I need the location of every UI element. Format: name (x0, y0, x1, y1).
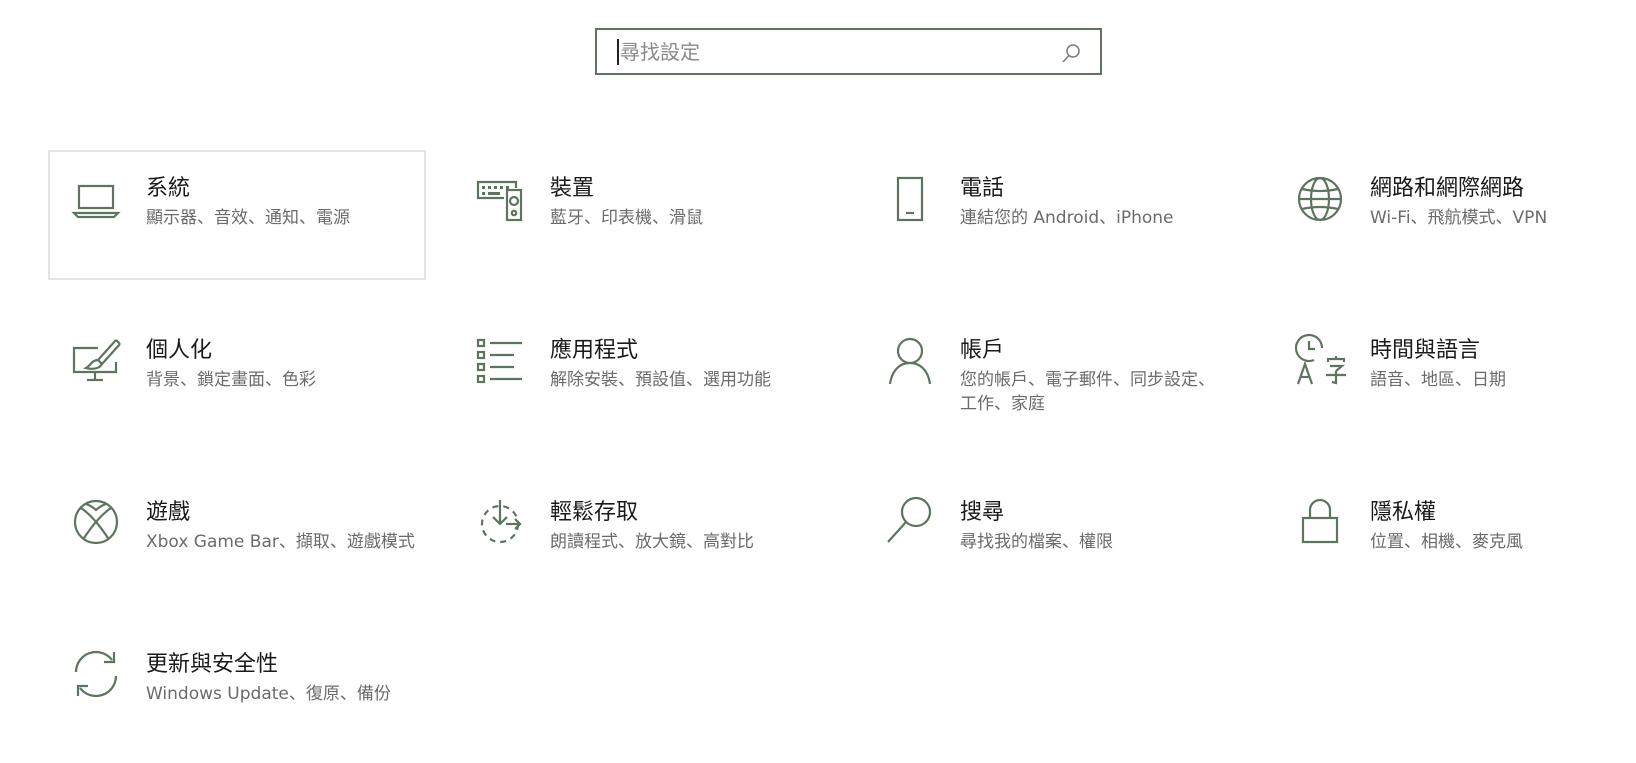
tile-network[interactable]: 網路和網際網路 Wi-Fi、飛航模式、VPN (1272, 150, 1636, 280)
tile-description: Windows Update、復原、備份 (146, 684, 391, 704)
tile-system[interactable]: 系統 顯示器、音效、通知、電源 (48, 150, 426, 280)
tile-description: Wi-Fi、飛航模式、VPN (1370, 208, 1548, 228)
tile-title: 裝置 (550, 176, 595, 201)
keyboard-speaker-icon (472, 170, 528, 226)
tile-personalization[interactable]: 個人化 背景、鎖定畫面、色彩 (48, 312, 426, 442)
paint-brush-icon (68, 332, 124, 388)
text-caret (617, 39, 619, 65)
tile-title: 輕鬆存取 (550, 500, 639, 525)
xbox-icon (68, 494, 124, 550)
tile-accounts[interactable]: 帳戶 您的帳戶、電子郵件、同步設定、工作、家庭 (862, 312, 1240, 442)
tile-ease-of-access[interactable]: 輕鬆存取 朗讀程式、放大鏡、高對比 (452, 474, 830, 604)
tile-description: 尋找我的檔案、權限 (960, 532, 1113, 552)
tile-phone[interactable]: 電話 連結您的 Android、iPhone (862, 150, 1240, 280)
tile-privacy[interactable]: 隱私權 位置、相機、麥克風 (1272, 474, 1636, 604)
tile-title: 搜尋 (960, 500, 1005, 525)
tile-search[interactable]: 搜尋 尋找我的檔案、權限 (862, 474, 1240, 604)
tile-title: 遊戲 (146, 500, 191, 525)
search-box[interactable]: 尋找設定 (595, 28, 1102, 75)
tile-description: 位置、相機、麥克風 (1370, 532, 1523, 552)
tile-update-security[interactable]: 更新與安全性 Windows Update、復原、備份 (48, 626, 426, 756)
phone-icon (882, 170, 938, 226)
tile-description: 背景、鎖定畫面、色彩 (146, 370, 316, 390)
tile-title: 系統 (146, 176, 191, 201)
tile-description: 藍牙、印表機、滑鼠 (550, 208, 703, 228)
tile-title: 更新與安全性 (146, 652, 279, 677)
tile-title: 帳戶 (960, 338, 1005, 363)
tile-title: 時間與語言 (1370, 338, 1481, 363)
tile-title: 應用程式 (550, 338, 639, 363)
tile-description: 朗讀程式、放大鏡、高對比 (550, 532, 754, 552)
tile-description: 連結您的 Android、iPhone (960, 208, 1174, 228)
search-magnifier-icon (882, 494, 938, 550)
tile-title: 隱私權 (1370, 500, 1437, 525)
tile-time-language[interactable]: 時間與語言 語音、地區、日期 (1272, 312, 1636, 442)
search-placeholder: 尋找設定 (620, 40, 700, 64)
person-icon (882, 332, 938, 388)
tile-description: 您的帳戶、電子郵件、同步設定、工作、家庭 (960, 370, 1215, 414)
tile-apps[interactable]: 應用程式 解除安裝、預設值、選用功能 (452, 312, 830, 442)
tile-description: Xbox Game Bar、擷取、遊戲模式 (146, 532, 415, 552)
tile-devices[interactable]: 裝置 藍牙、印表機、滑鼠 (452, 150, 830, 280)
globe-icon (1292, 170, 1348, 226)
sync-icon (68, 646, 124, 702)
tile-title: 電話 (960, 176, 1005, 201)
tile-gaming[interactable]: 遊戲 Xbox Game Bar、擷取、遊戲模式 (48, 474, 426, 604)
tile-description: 解除安裝、預設值、選用功能 (550, 370, 771, 390)
tile-description: 語音、地區、日期 (1370, 370, 1506, 390)
lock-icon (1292, 494, 1348, 550)
tile-description: 顯示器、音效、通知、電源 (146, 208, 350, 228)
tile-title: 個人化 (146, 338, 213, 363)
time-language-icon (1292, 332, 1348, 388)
laptop-icon (68, 170, 124, 226)
apps-list-icon (472, 332, 528, 388)
search-icon[interactable] (1060, 42, 1082, 64)
ease-of-access-icon (472, 494, 528, 550)
tile-title: 網路和網際網路 (1370, 176, 1525, 201)
